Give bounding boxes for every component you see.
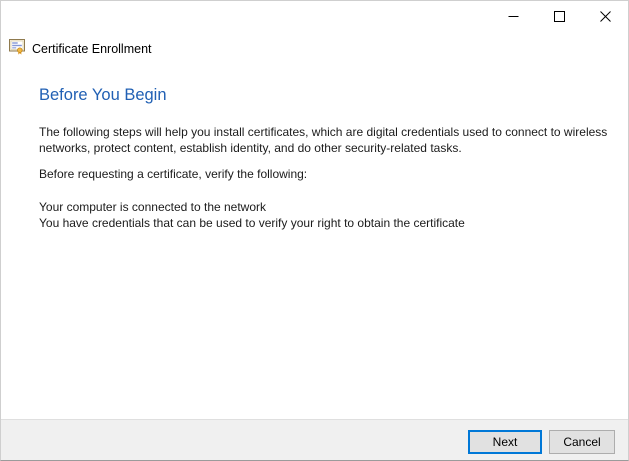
certificate-icon: [9, 38, 26, 60]
page-title: Before You Begin: [39, 86, 167, 104]
titlebar: [1, 1, 628, 33]
minimize-button[interactable]: [490, 1, 536, 32]
window-controls: [490, 1, 628, 32]
close-button[interactable]: [582, 1, 628, 32]
app-header: Certificate Enrollment: [9, 38, 152, 60]
app-title: Certificate Enrollment: [32, 42, 152, 56]
minimize-icon: [508, 11, 519, 22]
verify-prompt: Before requesting a certificate, verify …: [39, 167, 308, 181]
certificate-enrollment-window: Certificate Enrollment Before You Begin …: [0, 0, 629, 461]
maximize-button[interactable]: [536, 1, 582, 32]
verify-item-credentials: You have credentials that can be used to…: [39, 215, 465, 230]
verify-list: Your computer is connected to the networ…: [39, 200, 617, 231]
cancel-button[interactable]: Cancel: [549, 430, 615, 454]
maximize-icon: [553, 11, 565, 22]
close-icon: [599, 11, 611, 22]
verify-item-network: Your computer is connected to the networ…: [39, 200, 267, 214]
next-button[interactable]: Next: [468, 430, 542, 454]
intro-paragraph: The following steps will help you instal…: [39, 125, 608, 155]
